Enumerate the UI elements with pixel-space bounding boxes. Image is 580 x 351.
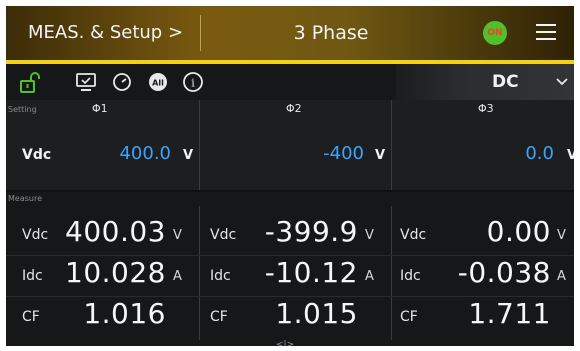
all-icon-label: All — [152, 79, 164, 88]
measure-row-label: Vdc — [210, 227, 237, 243]
phase1-header: Φ1 — [92, 102, 108, 115]
setting-value-phase3[interactable]: 0.0 — [466, 143, 554, 164]
setting-unit-phase2: V — [375, 148, 386, 163]
measure-value: 400.03 — [65, 215, 166, 248]
column-divider — [391, 100, 392, 190]
phase3-header: Φ3 — [478, 102, 494, 115]
measure-value: 1.016 — [83, 297, 166, 330]
column-divider — [391, 206, 392, 340]
measure-value: -10.12 — [264, 256, 358, 289]
output-on-badge[interactable]: ON — [483, 21, 507, 45]
mode-select[interactable]: DC — [396, 64, 574, 100]
resize-handle-icon[interactable]: <|> — [276, 340, 294, 346]
setting-unit-phase1: V — [183, 148, 194, 163]
setting-value-phase2[interactable]: -400 — [276, 143, 364, 164]
measure-unit: V — [557, 228, 566, 243]
monitor-icon[interactable] — [74, 70, 98, 94]
measure-value: 1.711 — [468, 297, 551, 330]
hamburger-menu-icon[interactable] — [536, 24, 556, 42]
header-divider — [200, 15, 201, 51]
info-icon-label: i — [191, 77, 195, 90]
measure-row-label: Idc — [210, 268, 231, 284]
measure-value: 10.028 — [65, 256, 166, 289]
measure-row-label: Idc — [400, 268, 421, 284]
measure-value: -399.9 — [264, 215, 358, 248]
measure-row-label: Vdc — [22, 227, 49, 243]
setting-quantity-label: Vdc — [22, 147, 52, 163]
measure-section-label: Measure — [8, 194, 42, 203]
info-icon[interactable]: i — [181, 70, 205, 94]
measure-unit: V — [173, 228, 182, 243]
phase-mode-title[interactable]: 3 Phase — [256, 6, 406, 60]
measure-row-label: CF — [210, 309, 228, 325]
measure-row-label: CF — [400, 309, 418, 325]
column-divider — [199, 100, 200, 190]
measure-unit: A — [365, 269, 374, 284]
app-window: MEAS. & Setup > 3 Phase ON All i DC Sett… — [6, 6, 574, 346]
measure-unit: V — [365, 228, 374, 243]
timer-icon[interactable] — [110, 70, 134, 94]
measure-row-label: CF — [22, 309, 40, 325]
measure-value: -0.038 — [457, 256, 551, 289]
measure-unit: A — [173, 269, 182, 284]
mode-select-value: DC — [492, 72, 519, 92]
column-divider — [199, 206, 200, 340]
chevron-down-icon — [556, 78, 568, 86]
phase2-header: Φ2 — [286, 102, 302, 115]
setting-unit-phase3: V — [567, 148, 574, 163]
measure-row-label: Vdc — [400, 227, 427, 243]
measure-unit: A — [557, 269, 566, 284]
setting-section-label: Setting — [8, 105, 37, 114]
all-icon[interactable]: All — [146, 70, 170, 94]
measure-value: 1.015 — [275, 297, 358, 330]
measure-row-label: Idc — [22, 268, 43, 284]
measure-value: 0.00 — [486, 215, 551, 248]
setting-value-phase1[interactable]: 400.0 — [86, 143, 171, 164]
header-bar: MEAS. & Setup > 3 Phase ON — [6, 6, 574, 60]
unlock-icon[interactable] — [18, 70, 42, 94]
meas-setup-nav[interactable]: MEAS. & Setup > — [28, 6, 183, 60]
